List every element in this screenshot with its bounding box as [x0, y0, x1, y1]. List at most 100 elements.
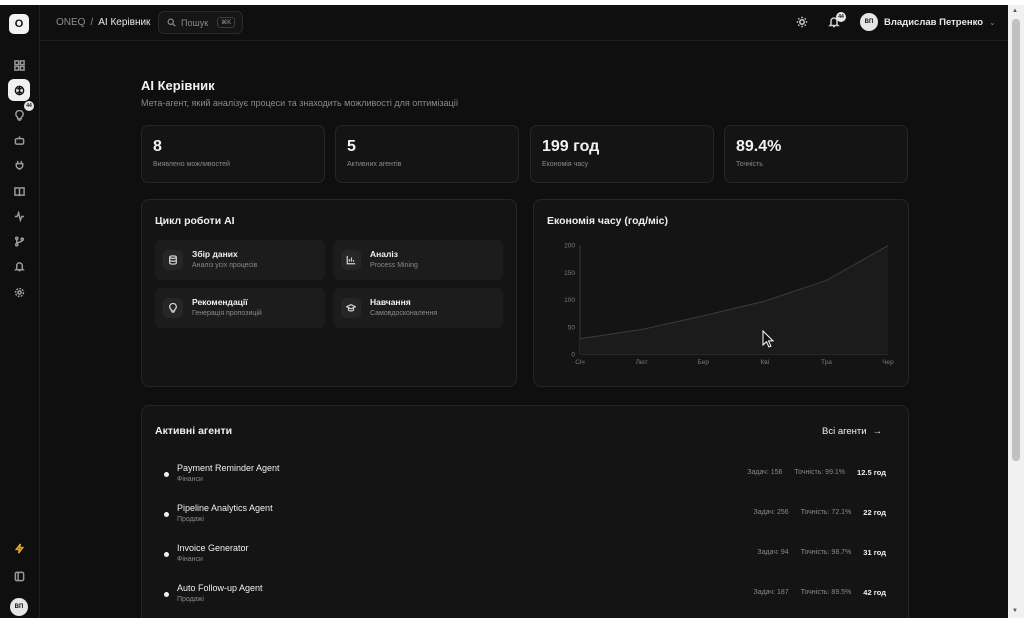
agent-name: Payment Reminder Agent [177, 463, 280, 473]
cycle-item-desc: Аналіз усіх процесів [192, 262, 258, 269]
cycle-item-analysis[interactable]: Аналіз Process Mining [333, 240, 503, 280]
bar-chart-icon [341, 250, 361, 270]
stat-value: 5 [347, 138, 356, 155]
agent-row[interactable]: Payment Reminder Agent Фінанси Задач: 15… [142, 458, 908, 494]
all-agents-label: Всі агенти [822, 426, 867, 437]
cycle-item-name: Рекомендації [192, 297, 248, 307]
all-agents-link[interactable]: Всі агенти → [822, 426, 882, 437]
agent-hours: 22 год [863, 508, 886, 517]
agent-dept: Фінанси [177, 476, 203, 483]
app-logo[interactable]: O [9, 14, 29, 34]
graduation-cap-icon [341, 298, 361, 318]
x-tick-label: Чер [882, 359, 894, 366]
sidebar-toggle-icon[interactable] [8, 565, 30, 587]
plug-icon[interactable] [8, 154, 30, 176]
search-input[interactable]: Пошук ⌘K [158, 11, 243, 34]
search-shortcut: ⌘K [217, 17, 236, 28]
user-name: Владислав Петренко [884, 16, 984, 28]
topbar: ONEQ / AI Керівник Пошук ⌘K 44 ВП Владис… [40, 5, 1008, 41]
sidebar-avatar[interactable]: ВП [10, 598, 28, 616]
stat-label: Виявлено можливостей [153, 161, 230, 168]
bot-icon[interactable] [8, 129, 30, 151]
cycle-item-name: Збір даних [192, 249, 238, 259]
settings-icon[interactable] [8, 281, 30, 303]
agent-tasks: Задач: 156 [747, 469, 783, 476]
agent-name: Auto Follow-up Agent [177, 583, 263, 593]
agent-hours: 12.5 год [857, 468, 886, 477]
agent-dept: Продажі [177, 516, 204, 523]
active-agents-title: Активні агенти [155, 425, 233, 437]
x-tick-label: Бер [697, 359, 709, 366]
cycle-item-name: Навчання [370, 297, 411, 307]
main-content: AI Керівник Мета-агент, який аналізує пр… [40, 41, 1008, 618]
agent-accuracy: Точність: 89.5% [800, 589, 852, 596]
cycle-item-recommendations[interactable]: Рекомендації Генерація пропозицій [155, 288, 325, 328]
agent-row[interactable]: Pipeline Analytics Agent Продажі Задач: … [142, 498, 908, 534]
agent-accuracy: Точність: 72.1% [800, 509, 852, 516]
zap-icon[interactable] [8, 537, 30, 559]
savings-area [580, 245, 888, 354]
app-window: O 44 ВП ONEQ / AI Керівник Пошук ⌘K 44 В… [0, 5, 1024, 618]
agent-tasks: Задач: 256 [753, 509, 789, 516]
x-tick-label: Лют [636, 359, 648, 366]
agent-accuracy: Точність: 98.7% [800, 549, 852, 556]
y-tick-label: 100 [564, 297, 575, 304]
ai-cycle-title: Цикл роботи AI [155, 215, 235, 227]
breadcrumb-root[interactable]: ONEQ [56, 17, 85, 28]
scroll-up-arrow-icon[interactable]: ▲ [1012, 8, 1018, 14]
git-branch-icon[interactable] [8, 230, 30, 252]
stat-card-accuracy: 89.4% Точність [724, 125, 908, 183]
notification-count-badge: 44 [836, 12, 846, 22]
sidebar-badge: 44 [24, 101, 34, 111]
theme-toggle-icon[interactable] [796, 15, 810, 29]
bell-icon[interactable] [8, 255, 30, 277]
agent-dept: Продажі [177, 596, 204, 603]
stat-value: 199 год [542, 138, 600, 155]
database-icon [163, 250, 183, 270]
search-icon [167, 18, 176, 27]
cycle-item-name: Аналіз [370, 249, 398, 259]
agent-name: Invoice Generator [177, 543, 249, 553]
arrow-right-icon: → [872, 426, 883, 437]
scroll-down-arrow-icon[interactable]: ▼ [1012, 608, 1018, 614]
x-tick-label: Тра [821, 359, 832, 366]
time-savings-chart-card: Економія часу (год/міс) 0 50 100 150 200 Січ Л… [533, 199, 909, 387]
agent-dept: Фінанси [177, 556, 203, 563]
status-dot [164, 552, 169, 557]
lightbulb-icon [163, 298, 183, 318]
breadcrumb: ONEQ / AI Керівник [56, 17, 150, 28]
y-tick-label: 200 [564, 243, 575, 250]
agent-name: Pipeline Analytics Agent [177, 503, 273, 513]
stat-value: 8 [153, 138, 162, 155]
x-tick-label: Кві [760, 358, 769, 366]
page-title: AI Керівник [141, 78, 215, 93]
agent-hours: 31 год [863, 548, 886, 557]
y-tick-label: 0 [571, 352, 575, 359]
user-menu[interactable]: ВП Владислав Петренко ⌄ [860, 13, 996, 31]
mouse-cursor-icon [762, 330, 774, 348]
cycle-item-data-collection[interactable]: Збір даних Аналіз усіх процесів [155, 240, 325, 280]
status-dot [164, 592, 169, 597]
agent-hours: 42 год [863, 588, 886, 597]
sidebar: O 44 ВП [0, 5, 40, 618]
dashboard-icon[interactable] [8, 54, 30, 76]
stat-card-time-savings: 199 год Економія часу [530, 125, 714, 183]
cycle-item-desc: Самовдосконалення [370, 310, 438, 317]
scrollbar-thumb[interactable] [1012, 19, 1020, 461]
agent-row[interactable]: Auto Follow-up Agent Продажі Задач: 187 … [142, 578, 908, 614]
cycle-item-desc: Генерація пропозицій [192, 310, 262, 317]
breadcrumb-separator: / [90, 17, 94, 28]
active-agents-card: Активні агенти Всі агенти → Payment Remi… [141, 405, 909, 618]
stat-card-opportunities: 8 Виявлено можливостей [141, 125, 325, 183]
activity-icon[interactable] [8, 205, 30, 227]
status-dot [164, 512, 169, 517]
x-tick-label: Січ [575, 358, 585, 366]
agent-row[interactable]: Invoice Generator Фінанси Задач: 94 Точн… [142, 538, 908, 574]
stat-value: 89.4% [736, 138, 782, 155]
page-scrollbar[interactable]: ▲ ▼ [1008, 5, 1024, 618]
agent-tasks: Задач: 187 [753, 589, 789, 596]
stat-label: Точність [736, 161, 763, 168]
brain-icon[interactable] [8, 79, 30, 101]
cycle-item-learning[interactable]: Навчання Самовдосконалення [333, 288, 503, 328]
book-icon[interactable] [8, 180, 30, 202]
